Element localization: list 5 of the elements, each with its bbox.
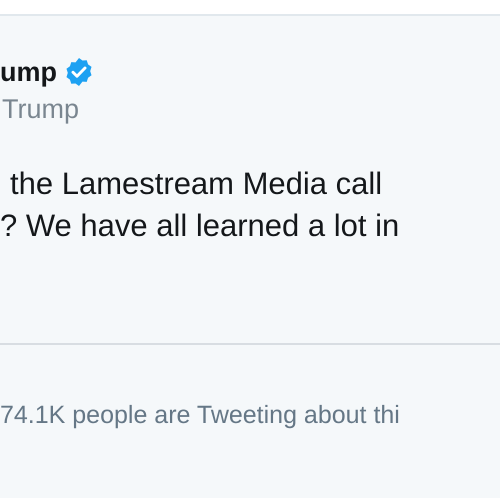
trending-text[interactable]: 74.1K people are Tweeting about thi	[0, 401, 500, 430]
tweet-text-line: ? We have all learned a lot in	[0, 207, 400, 245]
author-handle[interactable]: Trump	[0, 94, 500, 125]
author-name[interactable]: ump	[0, 56, 57, 88]
tweet-text-line: the Lamestream Media call	[9, 165, 384, 203]
